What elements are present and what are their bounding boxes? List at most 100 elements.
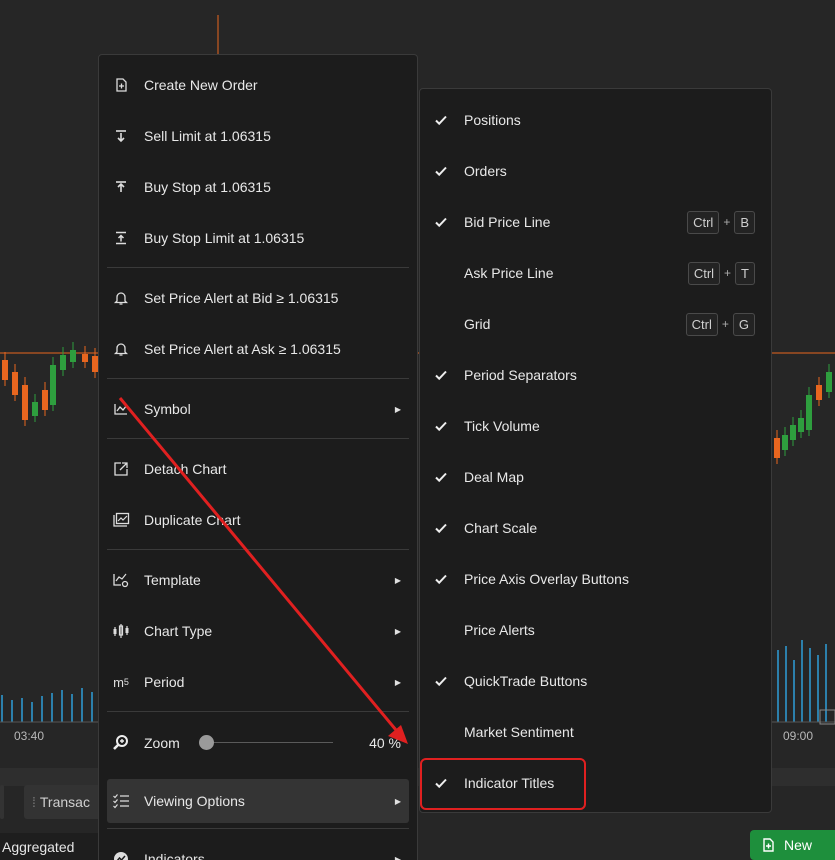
viewing-option-deal-map[interactable]: Deal Map bbox=[420, 455, 771, 499]
checkmark-icon bbox=[435, 370, 447, 381]
buy-stop-label: Buy Stop at 1.06315 bbox=[144, 179, 271, 195]
candle-body bbox=[22, 385, 28, 420]
submenu-arrow-icon: ▶ bbox=[394, 575, 401, 585]
viewing-option-market-sentiment[interactable]: Market Sentiment bbox=[420, 710, 771, 754]
viewing-option-label: Bid Price Line bbox=[464, 214, 551, 230]
duplicate-chart-label: Duplicate Chart bbox=[144, 512, 241, 528]
detach-icon bbox=[111, 459, 131, 479]
indicators-item[interactable]: Indicators ▶ bbox=[99, 837, 417, 860]
new-order-button[interactable]: New bbox=[750, 830, 835, 860]
time-label-right: 09:00 bbox=[783, 729, 814, 743]
viewing-option-price-alerts[interactable]: Price Alerts bbox=[420, 608, 771, 652]
submenu-arrow-icon: ▶ bbox=[394, 854, 401, 860]
candle-body bbox=[782, 435, 788, 450]
candlestick-icon bbox=[111, 621, 131, 641]
drag-handle-icon: ⁞ bbox=[32, 794, 36, 810]
viewing-option-label: Period Separators bbox=[464, 367, 577, 383]
create-new-order-item[interactable]: Create New Order bbox=[99, 63, 417, 107]
viewing-option-label: Grid bbox=[464, 316, 491, 332]
viewing-option-label: Market Sentiment bbox=[464, 724, 574, 740]
shortcut-plus: + bbox=[723, 215, 731, 229]
tab-fragment[interactable] bbox=[0, 785, 4, 819]
indicators-icon bbox=[111, 849, 131, 860]
symbol-item[interactable]: Symbol ▶ bbox=[99, 387, 417, 431]
indicators-label: Indicators bbox=[144, 851, 205, 860]
new-order-icon bbox=[111, 75, 131, 95]
viewing-option-grid[interactable]: Grid Ctrl + G bbox=[420, 302, 771, 346]
chart-type-item[interactable]: Chart Type ▶ bbox=[99, 609, 417, 653]
viewing-option-ask-price-line[interactable]: Ask Price Line Ctrl + T bbox=[420, 251, 771, 295]
buy-stop-limit-icon bbox=[111, 228, 131, 248]
viewing-option-chart-scale[interactable]: Chart Scale bbox=[420, 506, 771, 550]
keyboard-shortcut: Ctrl + T bbox=[687, 261, 755, 285]
submenu-arrow-icon: ▶ bbox=[394, 677, 401, 687]
menu-separator bbox=[107, 267, 409, 268]
zoom-label: Zoom bbox=[144, 735, 180, 751]
duplicate-chart-item[interactable]: Duplicate Chart bbox=[99, 498, 417, 542]
candle-body bbox=[790, 425, 796, 440]
viewing-option-quicktrade-buttons[interactable]: QuickTrade Buttons bbox=[420, 659, 771, 703]
candle-body bbox=[50, 365, 56, 405]
viewing-option-label: Price Axis Overlay Buttons bbox=[464, 571, 629, 587]
viewing-option-label: Positions bbox=[464, 112, 521, 128]
chart-context-menu: Create New Order Sell Limit at 1.06315 B… bbox=[98, 54, 418, 860]
checkmark-icon bbox=[435, 523, 447, 534]
buy-stop-item[interactable]: Buy Stop at 1.06315 bbox=[99, 165, 417, 209]
viewing-options-submenu: Positions Orders Bid Price Line Ctrl + B Ask P… bbox=[419, 88, 772, 813]
period-item[interactable]: m5 Period ▶ bbox=[99, 660, 417, 704]
template-item[interactable]: Template ▶ bbox=[99, 558, 417, 602]
transactions-tab[interactable]: ⁞ Transac bbox=[24, 785, 102, 819]
viewing-option-positions[interactable]: Positions bbox=[420, 98, 771, 142]
zoom-slider-track[interactable] bbox=[209, 742, 333, 743]
viewing-options-item[interactable]: Viewing Options ▶ bbox=[99, 779, 417, 823]
viewing-option-bid-price-line[interactable]: Bid Price Line Ctrl + B bbox=[420, 200, 771, 244]
viewing-option-period-separators[interactable]: Period Separators bbox=[420, 353, 771, 397]
shortcut-key: B bbox=[734, 210, 755, 234]
keyboard-shortcut: Ctrl + G bbox=[685, 312, 755, 336]
price-alert-bid-item[interactable]: Set Price Alert at Bid ≥ 1.06315 bbox=[99, 276, 417, 320]
aggregated-label: Aggregated bbox=[2, 838, 75, 855]
viewing-option-label: Tick Volume bbox=[464, 418, 540, 434]
candle-body bbox=[70, 350, 76, 362]
new-order-icon bbox=[763, 838, 774, 852]
menu-separator bbox=[107, 378, 409, 379]
viewing-option-price-axis-overlay-buttons[interactable]: Price Axis Overlay Buttons bbox=[420, 557, 771, 601]
detach-chart-item[interactable]: Detach Chart bbox=[99, 447, 417, 491]
template-gear-icon bbox=[111, 570, 131, 590]
zoom-item: Zoom 40 % bbox=[99, 721, 417, 765]
checkmark-icon bbox=[435, 166, 447, 177]
shortcut-plus: + bbox=[724, 266, 732, 280]
zoom-magnifier-icon bbox=[111, 733, 131, 753]
candle-body bbox=[82, 354, 88, 362]
period-label: Period bbox=[144, 674, 185, 690]
chart-type-label: Chart Type bbox=[144, 623, 213, 639]
viewing-option-orders[interactable]: Orders bbox=[420, 149, 771, 193]
viewing-option-label: Chart Scale bbox=[464, 520, 538, 536]
sell-limit-item[interactable]: Sell Limit at 1.06315 bbox=[99, 114, 417, 158]
price-alert-ask-item[interactable]: Set Price Alert at Ask ≥ 1.06315 bbox=[99, 327, 417, 371]
viewing-option-label: Orders bbox=[464, 163, 507, 179]
candle-body bbox=[42, 390, 48, 410]
submenu-arrow-icon: ▶ bbox=[394, 626, 401, 636]
candle-body bbox=[806, 395, 812, 430]
price-alert-ask-label: Set Price Alert at Ask ≥ 1.06315 bbox=[144, 341, 341, 357]
menu-separator bbox=[107, 828, 409, 829]
aggregated-toggle[interactable]: Aggregated bbox=[0, 833, 98, 860]
template-label: Template bbox=[144, 572, 201, 588]
candle-body bbox=[12, 372, 18, 395]
buy-stop-limit-item[interactable]: Buy Stop Limit at 1.06315 bbox=[99, 216, 417, 260]
submenu-arrow-icon: ▶ bbox=[394, 404, 401, 414]
transactions-tab-label: Transac bbox=[39, 794, 90, 810]
viewing-option-label: Deal Map bbox=[464, 469, 524, 485]
period-icon: m5 bbox=[113, 674, 129, 690]
new-order-label: New bbox=[784, 837, 813, 853]
detach-chart-label: Detach Chart bbox=[144, 461, 227, 477]
sell-limit-label: Sell Limit at 1.06315 bbox=[144, 128, 271, 144]
menu-separator bbox=[107, 711, 409, 712]
shortcut-key: T bbox=[735, 261, 755, 285]
symbol-label: Symbol bbox=[144, 401, 191, 417]
buy-stop-limit-label: Buy Stop Limit at 1.06315 bbox=[144, 230, 305, 246]
zoom-slider-handle[interactable] bbox=[199, 735, 214, 750]
viewing-option-tick-volume[interactable]: Tick Volume bbox=[420, 404, 771, 448]
bell-icon bbox=[111, 339, 131, 359]
